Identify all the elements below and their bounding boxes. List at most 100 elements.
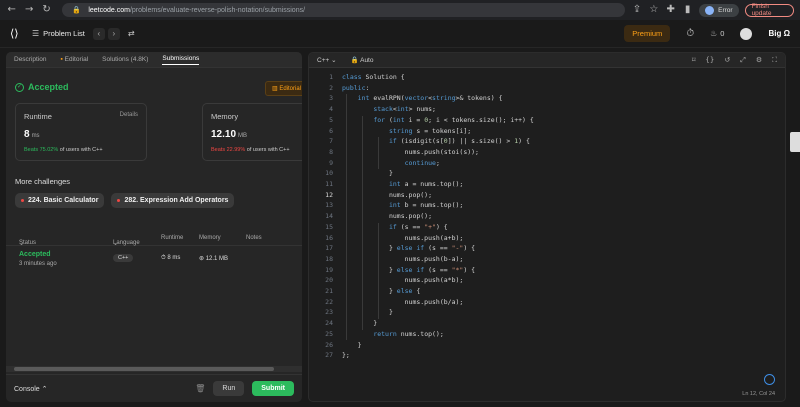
code-line[interactable]: nums.push(b-a); [342,255,464,263]
leetcode-navbar: ⟨⟩ ☰ Problem List ‹ › ⇄ Premium ⏱ ♨ 0 Bi… [0,20,800,48]
trash-icon[interactable]: 🗑 [195,384,205,393]
row-status[interactable]: Accepted [19,251,51,258]
line-number: 26 [325,340,333,349]
user-avatar[interactable] [740,27,753,40]
indent-guide [378,222,379,320]
line-number: 5 [329,115,333,124]
fire-icon: ♨ [710,29,718,38]
tab-solutions[interactable]: Solutions (4.8K) [102,56,148,63]
code-line[interactable]: nums.pop(); [342,212,432,220]
row-memory: ⊛ 12.1 MB [199,256,229,262]
code-line[interactable]: if (isdigit(s[0]) || s.size() > 1) { [342,137,530,145]
finish-update-button[interactable]: Finish update [744,3,795,17]
side-feedback-tab[interactable] [790,132,800,152]
code-line[interactable]: nums.push(a*b); [342,276,464,284]
reset-icon[interactable]: ↺ [724,56,730,65]
code-line[interactable]: int a = nums.top(); [342,180,463,188]
premium-button[interactable]: Premium [624,25,671,42]
problem-list-label: Problem List [43,29,85,38]
cursor-position: Ln 12, Col 24 [742,391,775,397]
extensions-icon[interactable]: ✚ [665,4,676,16]
code-line[interactable]: nums.push(a+b); [342,234,464,242]
code-line[interactable]: } [342,308,393,316]
code-line[interactable]: int evalRPN(vector<string>& tokens) { [342,94,503,102]
tab-submissions[interactable]: Submissions [162,55,200,65]
language-select[interactable]: C++ ⌄ [317,56,337,64]
star-icon[interactable]: ☆ [648,4,659,16]
console-toggle[interactable]: Console ⌃ [14,385,48,393]
braces-icon[interactable]: {} [705,56,714,65]
next-problem-button[interactable]: › [107,27,120,40]
problem-list-link[interactable]: ☰ Problem List [32,29,85,38]
forward-arrow-icon[interactable]: → [23,4,34,16]
code-line[interactable]: int b = nums.top(); [342,201,463,209]
line-number: 8 [329,147,333,156]
scrollbar-thumb[interactable] [14,367,274,371]
code-line[interactable]: nums.pop(); [342,191,432,199]
header-notes: Notes [246,235,262,241]
chat-icon[interactable] [764,374,775,385]
expand-icon[interactable]: ⛶ [772,56,777,65]
panel-divider[interactable] [303,52,306,402]
runtime-beats: Beats 75.02% [24,147,59,153]
fullscreen-icon[interactable]: ⤢ [740,56,746,65]
auto-mode[interactable]: 🔒 Auto [351,56,374,64]
code-line[interactable]: continue; [342,159,440,167]
submit-button[interactable]: Submit [252,381,294,396]
chip-icon: ⊛ [199,256,205,262]
code-line[interactable]: if (s == "+") { [342,223,448,231]
profile-error-button[interactable]: Error [699,3,739,17]
run-button[interactable]: Run [213,381,245,396]
code-line[interactable]: public: [342,84,369,92]
memory-card[interactable]: Memory 12.10 MB Beats 22.99% of users wit… [202,103,302,161]
share-icon[interactable]: ⇪ [631,4,642,16]
code-line[interactable]: } [342,169,393,177]
timer-icon[interactable]: ⏱ [686,28,694,39]
line-number: 14 [325,212,333,221]
result-status: Accepted [28,82,69,92]
row-language: C++ [113,254,134,262]
chevron-up-icon: ⌃ [41,385,48,393]
bottom-bar: Console ⌃ 🗑 Run Submit [6,374,302,402]
prev-problem-button[interactable]: ‹ [92,27,105,40]
list-icon: ☰ [32,29,40,38]
lock-icon: 🔒 [350,57,359,64]
settings-icon[interactable]: ⚙ [756,56,762,65]
sidebar-icon[interactable]: ▮ [682,4,693,16]
indent-guide [346,94,347,341]
code-line[interactable]: } [342,319,377,327]
clock-icon: ⏱ [161,255,166,261]
challenge-chip[interactable]: 224. Basic Calculator [15,193,105,208]
editorial-button[interactable]: ▥ Editorial [264,81,302,96]
runtime-card[interactable]: Runtime Details 8 ms Beats 75.02% of user… [15,103,147,161]
leetcode-logo-icon[interactable]: ⟨⟩ [10,27,24,41]
shuffle-icon[interactable]: ⇄ [128,29,135,38]
streak-counter[interactable]: ♨ 0 [710,29,724,38]
tab-editorial[interactable]: ▪ Editorial [61,56,89,63]
address-bar[interactable]: 🔒 leetcode.com/problems/evaluate-reverse… [62,3,626,17]
code-line[interactable]: }; [342,351,350,359]
code-line[interactable]: return nums.top(); [342,330,443,338]
code-line[interactable]: } [342,341,362,349]
code-line[interactable]: } else { [342,287,420,295]
code-line[interactable]: class Solution { [342,73,405,81]
line-number: 13 [325,201,333,210]
url-host: leetcode.com [88,6,130,14]
row-time-ago: 3 minutes ago [19,261,57,267]
challenge-chip[interactable]: 282. Expression Add Operators [111,193,235,208]
left-panel: Description ▪ Editorial Solutions (4.8K)… [6,52,302,402]
bookmark-icon[interactable]: ⌑ [692,56,696,65]
horizontal-scrollbar[interactable] [6,366,302,372]
username[interactable]: Big Ω [768,29,790,38]
table-row[interactable]: Accepted 3 minutes ago C++ ⏱ 8 ms ⊛ 12.1… [6,249,302,271]
tab-description[interactable]: Description [14,56,47,63]
code-line[interactable]: stack<int> nums; [342,105,436,113]
reload-icon[interactable]: ↻ [41,4,52,16]
code-line[interactable]: for (int i = 0; i < tokens.size(); i++) … [342,116,534,124]
code-line[interactable]: nums.push(b/a); [342,298,464,306]
details-link[interactable]: Details [120,112,138,118]
line-number: 22 [325,297,333,306]
back-arrow-icon[interactable]: ← [6,4,17,16]
line-number: 3 [329,94,333,103]
error-label: Error [718,6,733,14]
